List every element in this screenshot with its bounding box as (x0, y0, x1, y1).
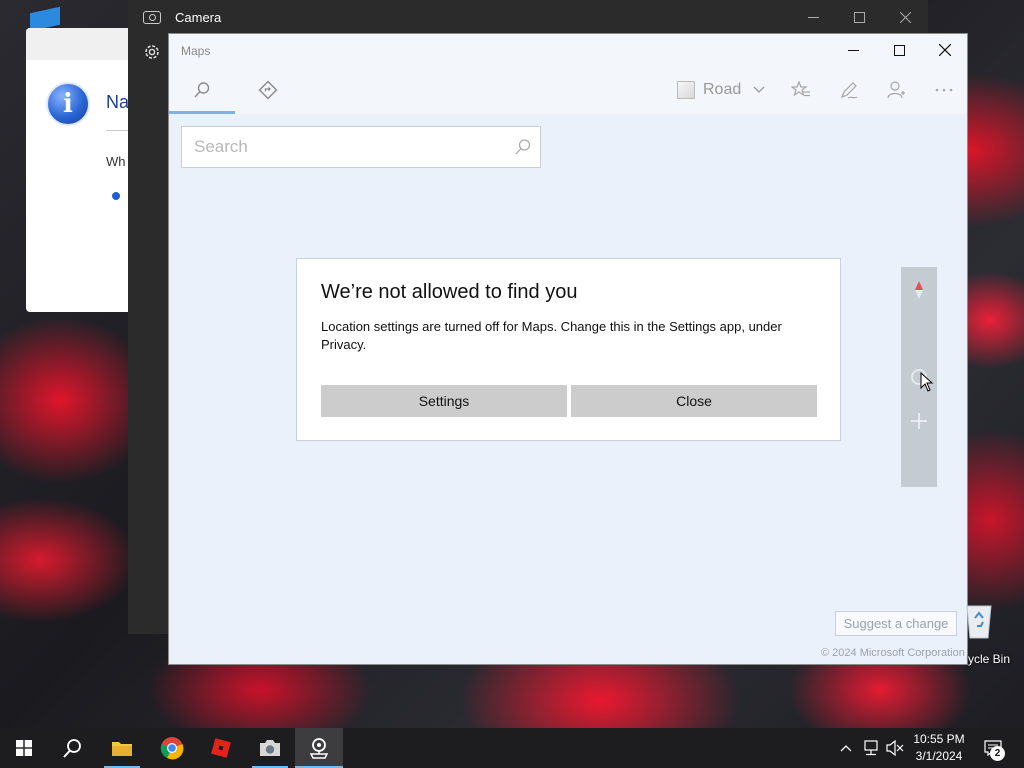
search-input[interactable] (182, 127, 502, 167)
clock-date: 3/1/2024 (915, 749, 963, 763)
camera-titlebar: Camera (128, 0, 928, 34)
maps-toolbar: Road (169, 66, 967, 114)
recycle-bin-label[interactable]: ycle Bin (968, 652, 1010, 666)
search-icon[interactable] (514, 138, 532, 156)
search-icon (63, 739, 81, 758)
show-hidden-icons-button[interactable] (836, 728, 856, 768)
camera-maximize-button[interactable] (836, 0, 882, 34)
compass-icon[interactable] (913, 281, 925, 299)
alert-message: Location settings are turned off for Map… (321, 319, 782, 352)
network-icon (864, 740, 878, 756)
map-view-selector[interactable]: Road (677, 76, 765, 104)
ink-icon (840, 82, 858, 99)
taskbar-file-explorer[interactable] (98, 728, 146, 768)
mouse-cursor-icon (920, 372, 934, 392)
close-button[interactable]: Close (571, 385, 817, 417)
directions-icon (258, 80, 278, 100)
gear-icon[interactable] (142, 42, 162, 62)
maps-maximize-button[interactable] (876, 34, 922, 66)
camera-icon (143, 10, 161, 24)
taskbar-clock[interactable]: 10:55 PM 3/1/2024 (900, 731, 978, 765)
background-dialog-text: Wh (106, 154, 126, 169)
suggest-change-button[interactable]: Suggest a change (835, 611, 957, 636)
location-alert-dialog: We’re not allowed to find you Location s… (296, 258, 841, 441)
recycle-bin-icon[interactable] (964, 600, 994, 640)
taskbar-maps[interactable] (295, 728, 343, 768)
alert-title: We’re not allowed to find you (321, 281, 578, 303)
start-button[interactable] (0, 728, 48, 768)
info-icon: i (46, 82, 90, 126)
taskbar-roblox[interactable] (197, 728, 245, 768)
chevron-up-icon (840, 745, 852, 752)
account-icon (887, 81, 905, 99)
road-view-icon (677, 81, 695, 99)
folder-icon (112, 742, 132, 756)
notification-count-badge: 2 (990, 746, 1005, 761)
tab-directions[interactable] (235, 66, 301, 114)
copyright-text: © 2024 Microsoft Corporation (821, 647, 965, 659)
taskbar-search-button[interactable] (48, 728, 96, 768)
camera-close-button[interactable] (882, 0, 928, 34)
maps-close-button[interactable] (922, 34, 968, 66)
maps-title: Maps (181, 44, 211, 58)
tab-search[interactable] (169, 66, 235, 114)
taskbar-camera[interactable] (246, 728, 294, 768)
ink-button[interactable] (837, 78, 861, 102)
chrome-icon (160, 737, 184, 760)
clock-time: 10:55 PM (913, 732, 965, 746)
network-button[interactable] (860, 728, 882, 768)
favorites-icon (791, 80, 810, 97)
chevron-down-icon (753, 86, 765, 93)
background-dialog-title: Na (106, 92, 130, 112)
roblox-icon (211, 738, 231, 758)
search-icon (194, 82, 210, 98)
account-button[interactable] (884, 78, 908, 102)
settings-button[interactable]: Settings (321, 385, 567, 417)
camera-minimize-button[interactable] (790, 0, 836, 34)
radio-option[interactable] (112, 192, 120, 200)
windows-logo-icon (16, 740, 32, 756)
camera-icon (260, 740, 280, 756)
more-button[interactable] (932, 78, 956, 102)
camera-title: Camera (175, 9, 222, 25)
maps-minimize-button[interactable] (830, 34, 876, 66)
map-view-label: Road (703, 81, 742, 98)
maps-titlebar: Maps (169, 34, 967, 66)
zoom-in-icon[interactable] (909, 411, 929, 431)
maps-icon (309, 738, 329, 759)
favorites-button[interactable] (789, 78, 813, 102)
search-box (181, 126, 541, 168)
maps-window: Maps Road Search We’re not allowed to fi… (168, 33, 968, 665)
taskbar: 10:55 PM 3/1/2024 2 (0, 728, 1024, 768)
more-icon (935, 88, 953, 92)
taskbar-chrome[interactable] (148, 728, 196, 768)
